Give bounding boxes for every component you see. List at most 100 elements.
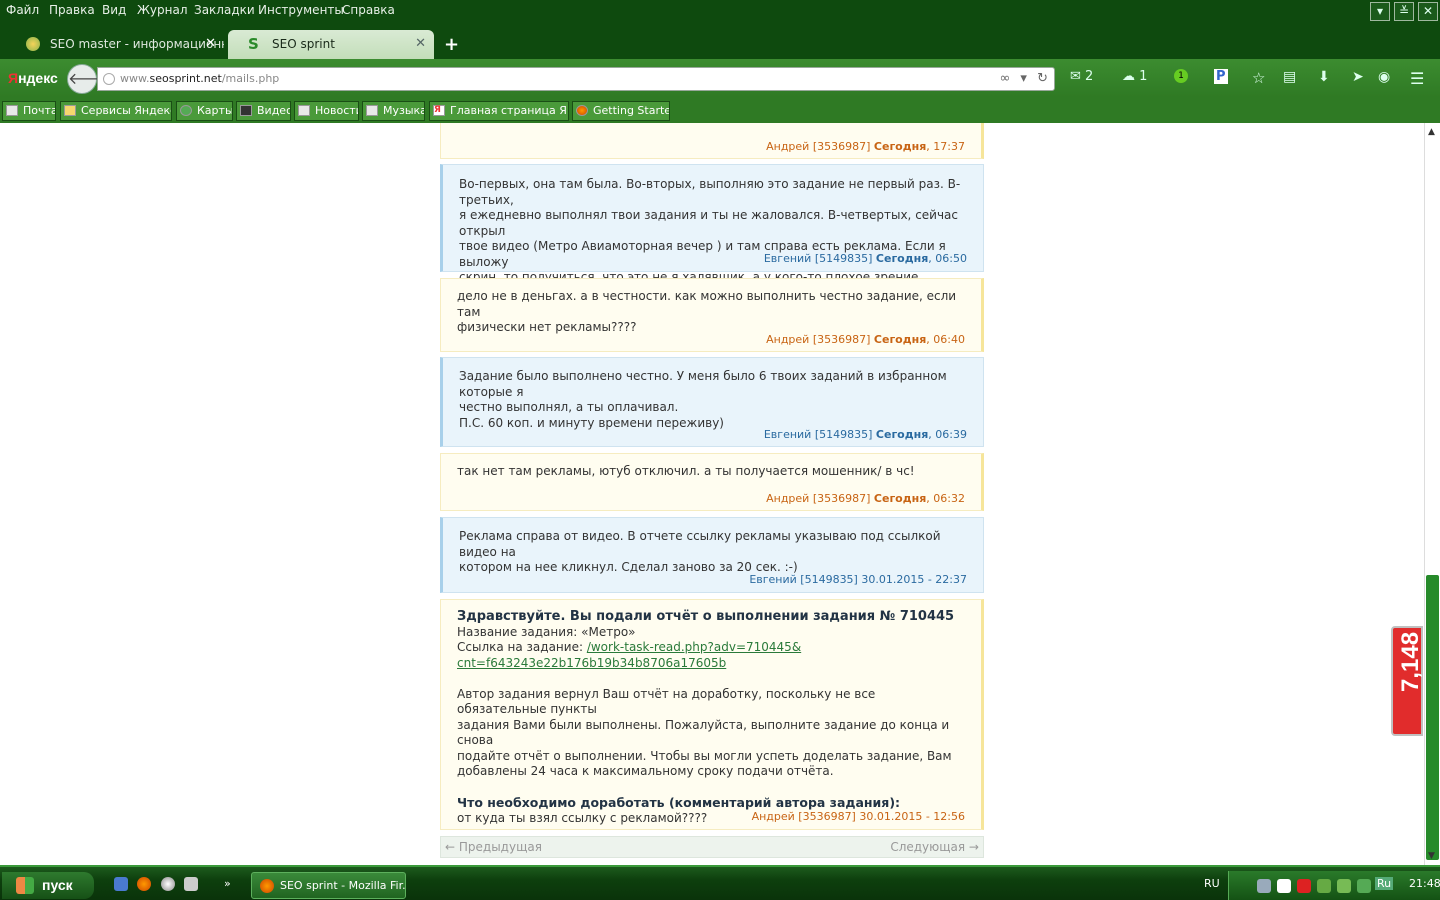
url-domain: seosprint.net (149, 72, 222, 85)
start-button[interactable]: пуск (2, 872, 94, 899)
scrollbar-thumb[interactable] (1426, 575, 1439, 860)
message-signature: Андрей [3536987] Сегодня, 06:32 (766, 492, 965, 505)
message-signature: Евгений [5149835] Сегодня, 06:39 (763, 428, 967, 441)
notifications-icon[interactable]: ☁ 1 (1122, 69, 1147, 84)
tab-title: SEO master - информационн... (50, 37, 224, 51)
task-link[interactable]: /work-task-read.php?adv=710445& (587, 640, 801, 654)
bookmark-maps[interactable]: Карты (176, 101, 233, 121)
account-icon[interactable]: ◉ (1378, 69, 1390, 85)
save-disk-icon[interactable] (114, 877, 128, 891)
message-text: Во-первых, она там была. Во-вторых, выпо… (459, 177, 961, 284)
reader-glasses-icon[interactable]: ∞ (999, 71, 1010, 86)
tab-bar: SEO master - информационн... ✕ S SEO spr… (0, 22, 1440, 59)
hamburger-menu-icon[interactable]: ☰ (1410, 69, 1424, 88)
firefox-icon (576, 105, 588, 116)
message-text: Здравствуйте. Вы подали отчёт о выполнен… (457, 609, 965, 826)
chrome-quicklaunch-icon[interactable] (161, 877, 175, 891)
message-from-andrey: так нет там рекламы, ютуб отключил. а ты… (440, 453, 984, 511)
message-signature: Андрей [3536987] Сегодня, 17:37 (766, 140, 965, 153)
reading-list-icon[interactable]: ▤ (1283, 69, 1296, 85)
news-icon (298, 105, 310, 116)
message-from-andrey: дело не в деньгах. а в честности. как мо… (440, 278, 984, 352)
keyboard-layout[interactable]: Ru (1375, 877, 1394, 890)
back-button[interactable]: 🡐 (67, 64, 111, 94)
firefox-quicklaunch-icon[interactable] (137, 877, 151, 891)
taskbar-window-firefox[interactable]: SEO sprint - Mozilla Fir... (251, 872, 406, 899)
message-text: дело не в деньгах. а в честности. как мо… (457, 289, 957, 334)
message-signature: Андрей [3536987] 30.01.2015 - 12:56 (751, 810, 965, 823)
clock[interactable]: 21:48 (1409, 877, 1440, 890)
tray-app-icon[interactable] (1357, 879, 1371, 893)
tab-seo-sprint[interactable]: S SEO sprint ✕ (228, 30, 434, 59)
music-speaker-icon (366, 105, 378, 116)
yandex-logo[interactable]: Яндекс (8, 70, 58, 86)
karma-badge-icon[interactable]: 1 (1174, 69, 1188, 83)
bookmark-getting-started[interactable]: Getting Started (572, 101, 670, 121)
bookmark-star-icon[interactable]: ☆ (1252, 69, 1265, 87)
message-from-evgeny: Задание было выполнено честно. У меня бы… (440, 357, 984, 447)
prev-page-link[interactable]: ← Предыдущая (445, 837, 542, 857)
maximize-button[interactable]: ≚ (1394, 2, 1414, 21)
menu-file[interactable]: Файл (6, 3, 39, 17)
message-from-andrey: Андрей [3536987] Сегодня, 17:37 (440, 123, 984, 159)
menu-edit[interactable]: Правка (49, 3, 95, 17)
message-signature: Евгений [5149835] Сегодня, 06:50 (763, 252, 967, 265)
report-heading: Здравствуйте. Вы подали отчёт о выполнен… (457, 609, 955, 624)
antivirus-icon[interactable] (1297, 879, 1311, 893)
seo-master-favicon-icon (26, 37, 40, 51)
page-content: Андрей [3536987] Сегодня, 17:37 Во-первы… (0, 123, 1424, 865)
mail-icon[interactable]: ✉ 2 (1070, 69, 1093, 84)
download-arrow-icon[interactable]: ⬇ (1318, 69, 1330, 85)
dropdown-arrow-icon[interactable]: ▾ (1020, 71, 1027, 86)
system-tray: Ru 21:48 (1228, 871, 1440, 900)
p-extension-icon[interactable]: P (1214, 69, 1228, 84)
windows-taskbar: пуск » SEO sprint - Mozilla Fir... RU Ru… (0, 865, 1440, 900)
quicklaunch-more-icon[interactable]: » (224, 877, 231, 890)
bookmark-news[interactable]: Новости (294, 101, 359, 121)
message-signature: Андрей [3536987] Сегодня, 06:40 (766, 333, 965, 346)
close-tab-icon[interactable]: ✕ (415, 30, 426, 58)
video-play-icon (240, 105, 252, 116)
close-tab-icon[interactable]: ✕ (205, 30, 216, 58)
tab-title: SEO sprint (272, 37, 335, 51)
minimize-button[interactable]: ▾ (1370, 2, 1390, 21)
scroll-down-arrow-icon[interactable]: ▼ (1428, 851, 1435, 861)
url-path: /mails.php (221, 72, 280, 85)
app-quicklaunch-icon[interactable] (184, 877, 198, 891)
tray-app-icon[interactable] (1317, 879, 1331, 893)
volume-icon[interactable] (1277, 879, 1291, 893)
vertical-scrollbar[interactable]: ▲ ▼ (1424, 123, 1440, 865)
scroll-up-arrow-icon[interactable]: ▲ (1428, 127, 1435, 137)
send-icon[interactable]: ➤ (1352, 69, 1364, 85)
message-text: так нет там рекламы, ютуб отключил. а ты… (457, 464, 915, 478)
close-window-button[interactable]: ✕ (1418, 2, 1438, 21)
side-counter-widget[interactable]: 7,148 (1391, 626, 1424, 736)
message-from-evgeny: Реклама справа от видео. В отчете ссылку… (440, 517, 984, 593)
new-tab-plus-icon[interactable]: + (444, 34, 459, 55)
bookmark-mail[interactable]: Почта (2, 101, 56, 121)
globe-icon (103, 73, 115, 85)
system-report-message: Здравствуйте. Вы подали отчёт о выполнен… (440, 599, 984, 830)
next-page-link[interactable]: Следующая → (890, 837, 979, 857)
bookmark-yandex-home[interactable]: Я Главная страница Я... (429, 101, 569, 121)
bookmark-video[interactable]: Видео (236, 101, 291, 121)
menu-bookmarks[interactable]: Закладки (194, 3, 255, 17)
reload-icon[interactable]: ↻ (1037, 71, 1048, 86)
task-link-label: Ссылка на задание: (457, 640, 587, 654)
counter-value: 7,148 (1397, 631, 1424, 692)
network-icon[interactable] (1257, 879, 1271, 893)
bookmark-music[interactable]: Музыка (362, 101, 425, 121)
message-text: Реклама справа от видео. В отчете ссылку… (459, 529, 941, 574)
menu-tools[interactable]: Инструменты (258, 3, 344, 17)
menu-history[interactable]: Журнал (137, 3, 188, 17)
nvidia-icon[interactable] (1337, 879, 1351, 893)
menu-view[interactable]: Вид (102, 3, 126, 17)
bookmark-yandex-services[interactable]: Сервисы Яндекса (60, 101, 172, 121)
message-text: Задание было выполнено честно. У меня бы… (459, 369, 947, 430)
url-bar[interactable]: www.seosprint.net/mails.php ∞ ▾ ↻ (97, 67, 1055, 91)
language-indicator[interactable]: RU (1204, 877, 1220, 890)
menu-bar: Файл Правка Вид Журнал Закладки Инструме… (0, 0, 1440, 22)
task-link-continued[interactable]: cnt=f643243e22b176b19b34b8706a17605b (457, 656, 726, 670)
tab-seo-master[interactable]: SEO master - информационн... ✕ (6, 30, 224, 59)
menu-help[interactable]: Справка (342, 3, 395, 17)
